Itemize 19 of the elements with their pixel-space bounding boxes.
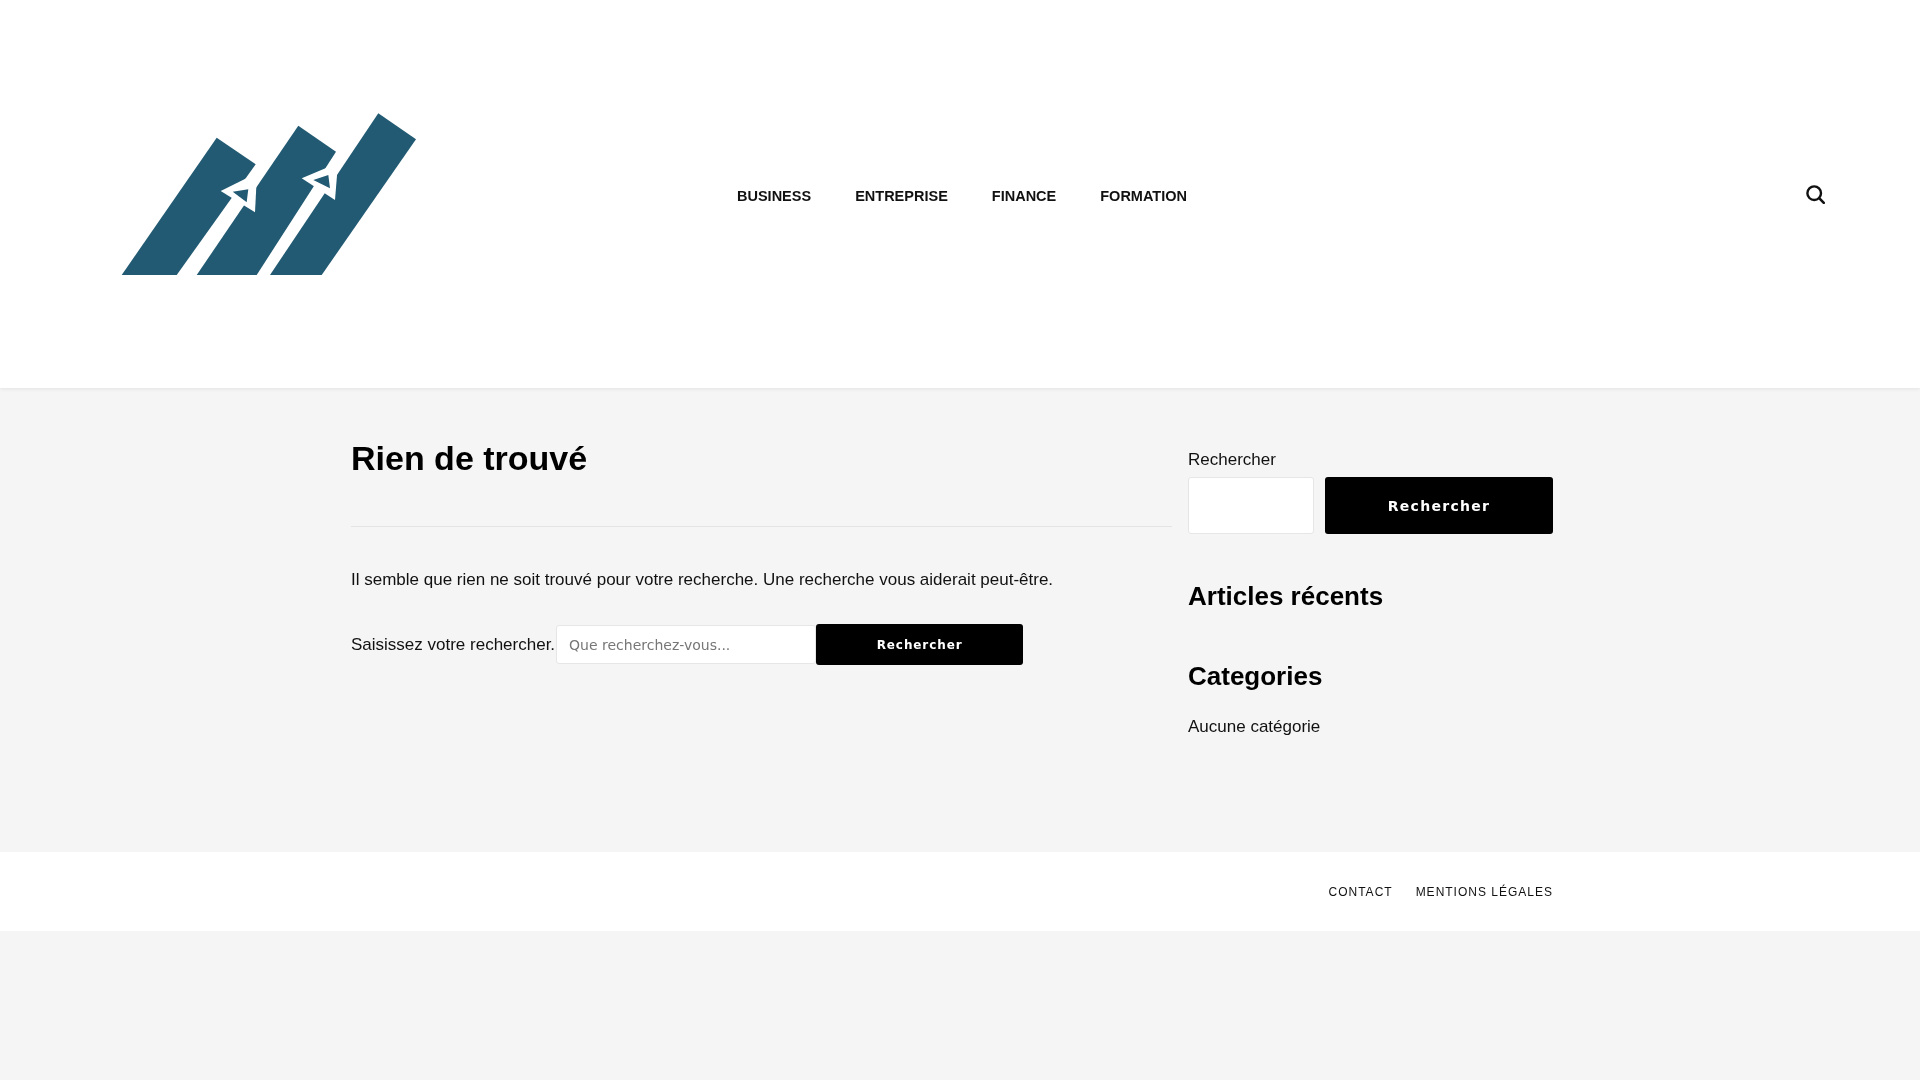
footer-link[interactable]: MENTIONS LÉGALES <box>1415 884 1553 899</box>
page-title: Rien de trouvé <box>351 438 589 479</box>
nav-link[interactable]: FORMATION <box>1100 188 1187 204</box>
nav-link[interactable]: FINANCE <box>991 188 1057 204</box>
widget-title: Categories <box>1188 661 1324 692</box>
widget-title: Articles récents <box>1188 581 1385 612</box>
search-icon[interactable] <box>1806 184 1825 204</box>
nav-link[interactable]: ENTREPRISE <box>855 188 948 204</box>
widget-text: Aucune catégorie <box>1188 716 1322 738</box>
search-button[interactable]: Rechercher <box>1325 477 1553 534</box>
search-input[interactable]: Que recherchez-vous... <box>556 625 817 664</box>
search-input[interactable] <box>1188 477 1314 534</box>
search-button[interactable]: Rechercher <box>816 624 1024 665</box>
search-label: Rechercher <box>1188 449 1277 471</box>
message-text: Il semble que rien ne soit trouvé pour votre recherche. Une recherche vous aiderait peut-être. <box>351 569 1055 591</box>
nav-link[interactable]: BUSINESS <box>737 188 812 204</box>
search-label: Saisissez votre rechercher. <box>351 634 556 655</box>
logo[interactable] <box>121 113 416 275</box>
footer-link[interactable]: CONTACT <box>1328 884 1393 899</box>
